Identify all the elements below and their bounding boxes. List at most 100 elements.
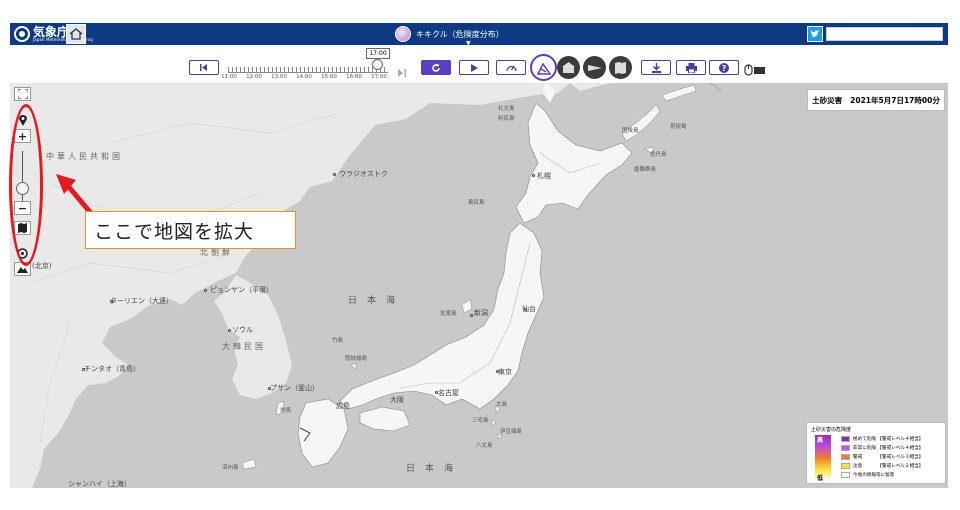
help-icon: ?: [719, 62, 729, 73]
home-button[interactable]: [66, 24, 86, 44]
mouse-keyboard-toggle[interactable]: [744, 61, 766, 76]
island-label: 色丹島: [650, 152, 667, 158]
search-input[interactable]: [826, 27, 943, 41]
city-label: 新潟: [474, 309, 488, 317]
mouse-keyboard-icon: [744, 64, 765, 76]
refresh-button[interactable]: [421, 60, 451, 75]
twitter-icon: [810, 29, 820, 37]
city-label: 東京: [498, 368, 512, 376]
refresh-icon: [432, 63, 440, 72]
city-label: ソウル: [232, 326, 253, 334]
island-label: 択捉島: [670, 124, 687, 130]
jma-logo-icon: [14, 26, 30, 42]
red-arrow-icon: [56, 174, 93, 215]
island-label: 佐渡島: [440, 311, 457, 317]
fullscreen-button[interactable]: [14, 87, 31, 101]
island-label: 礼文島: [498, 106, 515, 112]
city-label: 仙台: [522, 305, 536, 313]
legend-row-label: 注意 【警戒レベル２相当】: [853, 463, 924, 469]
home-icon: [69, 28, 83, 40]
kikikuru-icon: [395, 26, 411, 42]
play-icon: [470, 63, 478, 72]
weather-station-button[interactable]: [557, 56, 580, 79]
city-label: 札幌: [537, 172, 551, 180]
skip-forward-button[interactable]: [398, 62, 408, 77]
island-label: 利尻島: [498, 116, 515, 122]
legend-row: 注意 【警戒レベル２相当】: [841, 462, 923, 469]
island-label: 竹島: [332, 338, 344, 344]
legend-row: 今後の情報等に留意: [841, 471, 894, 478]
download-icon: [651, 62, 661, 73]
skip-back-icon: [200, 64, 207, 71]
highlight-oval: [9, 104, 43, 266]
legend-row-label: 非常に危険 【警戒レベル４相当】: [853, 445, 924, 451]
map-title: キキクル（危険度分布）: [416, 29, 504, 39]
map-type-selector[interactable]: キキクル（危険度分布） ▼: [395, 25, 504, 47]
weather-station-icon: [562, 61, 575, 73]
city-label: ターリエン（大連）: [110, 297, 173, 305]
time-tick: 12:00: [246, 74, 262, 80]
island-label: 八丈島: [476, 443, 493, 449]
kikikuru-landslide-icon: [536, 62, 551, 75]
print-icon: [685, 62, 697, 73]
time-tick: 13:00: [271, 74, 287, 80]
island-label: 隠岐諸島: [345, 356, 368, 362]
time-tick: 17:00: [371, 74, 387, 80]
time-tick-labels: 11:00 12:00 13:00 14:00 15:00 16:00 17:0…: [0, 74, 960, 82]
city-label: (北京): [32, 262, 52, 270]
download-button[interactable]: [641, 60, 671, 75]
legend-swatch: [841, 471, 850, 478]
city-dot: [333, 173, 336, 176]
island-label: 奥尻島: [468, 200, 485, 206]
top-bar: 気象庁 Japan Meteorological Agency キキクル（危険度…: [10, 23, 948, 47]
radar-icon: [587, 64, 602, 71]
help-button[interactable]: ?: [709, 60, 739, 75]
legend-swatch: [841, 462, 850, 469]
current-time-tooltip: 17:00: [366, 48, 390, 59]
play-button[interactable]: [459, 60, 489, 75]
legend-row: 非常に危険 【警戒レベル４相当】: [841, 444, 923, 451]
legend-row: 極めて危険 【警戒レベル４相当】: [841, 435, 923, 442]
datetime-label: 2021年5月7日17時00分: [850, 95, 940, 105]
hazard-datetime-box: 土砂災害 2021年5月7日17時00分: [807, 89, 945, 111]
island-label: 伊豆諸島: [500, 429, 523, 435]
speed-button[interactable]: [496, 60, 526, 75]
time-tick: 11:00: [221, 74, 237, 80]
time-slider-thumb[interactable]: [372, 59, 383, 70]
landslide-risk-button[interactable]: [530, 54, 557, 81]
legend-low-label: 低: [817, 475, 824, 482]
fullscreen-icon: [17, 89, 28, 99]
sea-of-japan-label: 日本海: [348, 296, 406, 306]
city-dot: [470, 314, 473, 317]
radar-button[interactable]: [583, 56, 606, 79]
legend-row-label: 警戒 【警戒レベル３相当】: [853, 454, 924, 460]
legend-swatch: [841, 435, 850, 442]
japan-label: 日本海: [406, 464, 464, 474]
hazard-type-label: 土砂災害: [812, 95, 843, 105]
city-dot: [532, 174, 535, 177]
city-label: ピョンヤン（平壌）: [210, 286, 273, 294]
island-label: 対馬: [280, 408, 292, 414]
city-label: プサン（釜山）: [270, 384, 319, 392]
time-tick: 15:00: [321, 74, 337, 80]
city-dot: [228, 329, 231, 332]
print-button[interactable]: [676, 60, 706, 75]
svg-text:?: ?: [722, 64, 727, 73]
china-label: 中華人民共和国: [46, 152, 123, 161]
map-layers-button[interactable]: [609, 56, 632, 79]
skip-back-button[interactable]: [189, 60, 219, 75]
twitter-button[interactable]: [807, 26, 823, 42]
skip-forward-icon: [398, 69, 406, 77]
annotation-callout: ここで地図を拡大: [85, 211, 296, 249]
city-label: 広島: [336, 402, 350, 410]
time-tick: 16:00: [346, 74, 362, 80]
island-label: 国後島: [622, 128, 639, 134]
legend-row-label: 今後の情報等に留意: [853, 472, 895, 478]
speed-icon: [505, 65, 517, 72]
map-layers-icon: [615, 61, 626, 74]
risk-legend: 土砂災害の危険度 高 低 極めて危険 【警戒レベル４相当】 非常に危険 【警戒レ…: [806, 422, 946, 484]
mountain-icon: [17, 267, 28, 273]
time-slider-ticks: [228, 67, 388, 73]
time-tick: 14:00: [296, 74, 312, 80]
legend-swatch: [841, 444, 850, 451]
